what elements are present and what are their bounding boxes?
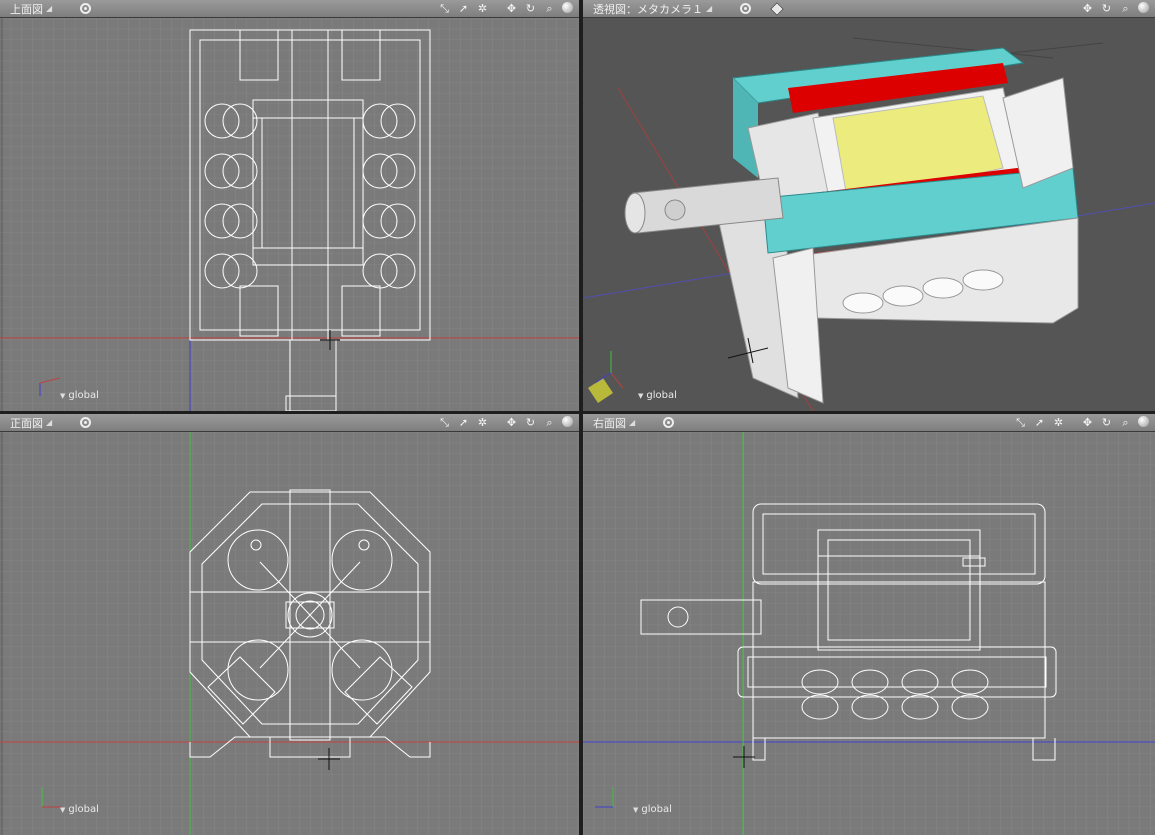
viewport-right-tools: ⤡ ➚ ✲ ✥ ↻ ⌕ [1014, 416, 1149, 429]
viewport-menu-arrow-icon[interactable]: ◢ [46, 418, 52, 427]
select-icon[interactable]: ➚ [1033, 416, 1046, 429]
rotate-icon[interactable]: ↻ [1100, 416, 1113, 429]
viewport-top-titlebar: 上面図 ◢ ⤡ ➚ ✲ ✥ ↻ ⌕ [0, 0, 579, 18]
perspective-render [583, 18, 1155, 411]
coord-label-text: global [646, 390, 677, 401]
zoom-fit-icon[interactable]: ⤡ [438, 2, 451, 15]
view-target-icon[interactable] [80, 417, 92, 428]
viewport-perspective[interactable]: 透視図：メタカメラ１ ◢ ✥ ↻ ⌕ ▼ global [583, 0, 1155, 411]
top-wireframe [0, 18, 579, 411]
viewport-top-canvas[interactable] [0, 18, 579, 411]
viewport-persp-title[interactable]: 透視図：メタカメラ１ [593, 1, 703, 17]
shading-sphere-icon[interactable] [562, 2, 573, 13]
viewport-top-tools: ⤡ ➚ ✲ ✥ ↻ ⌕ [438, 2, 573, 15]
view-target-icon[interactable] [740, 3, 752, 14]
pan-icon[interactable]: ✥ [505, 2, 518, 15]
viewport-front-titlebar: 正面図 ◢ ⤡ ➚ ✲ ✥ ↻ ⌕ [0, 414, 579, 432]
rotate-icon[interactable]: ↻ [1100, 2, 1113, 15]
viewport-top-title[interactable]: 上面図 [10, 1, 43, 17]
viewport-right-title[interactable]: 右面図 [593, 415, 626, 431]
coord-label[interactable]: ▼ global [60, 804, 99, 815]
viewport-persp-canvas[interactable] [583, 18, 1155, 411]
coord-label-text: global [68, 804, 99, 815]
display-cube-icon[interactable] [770, 1, 784, 16]
settings-gear-icon[interactable]: ✲ [476, 416, 489, 429]
settings-gear-icon[interactable]: ✲ [476, 2, 489, 15]
shading-sphere-icon[interactable] [1138, 416, 1149, 427]
viewport-menu-arrow-icon[interactable]: ◢ [706, 4, 712, 13]
coord-label-text: global [68, 390, 99, 401]
shading-sphere-icon[interactable] [562, 416, 573, 427]
coord-label[interactable]: ▼ global [60, 390, 99, 401]
viewport-persp-titlebar: 透視図：メタカメラ１ ◢ ✥ ↻ ⌕ [583, 0, 1155, 18]
magnify-icon[interactable]: ⌕ [543, 416, 556, 429]
viewport-right-canvas[interactable] [583, 432, 1155, 835]
viewport-menu-arrow-icon[interactable]: ◢ [629, 418, 635, 427]
coord-label[interactable]: ▼ global [633, 804, 672, 815]
rotate-icon[interactable]: ↻ [524, 416, 537, 429]
shading-sphere-icon[interactable] [1138, 2, 1149, 13]
select-icon[interactable]: ➚ [457, 2, 470, 15]
viewport-right[interactable]: 右面図 ◢ ⤡ ➚ ✲ ✥ ↻ ⌕ ▼ global [583, 414, 1155, 835]
viewport-front-canvas[interactable] [0, 432, 579, 835]
pan-icon[interactable]: ✥ [505, 416, 518, 429]
front-wireframe [0, 432, 579, 835]
rotate-icon[interactable]: ↻ [524, 2, 537, 15]
select-icon[interactable]: ➚ [457, 416, 470, 429]
view-target-icon[interactable] [80, 3, 92, 14]
viewport-front[interactable]: 正面図 ◢ ⤡ ➚ ✲ ✥ ↻ ⌕ ▼ global [0, 414, 579, 835]
pan-icon[interactable]: ✥ [1081, 416, 1094, 429]
right-wireframe [583, 432, 1155, 835]
zoom-fit-icon[interactable]: ⤡ [438, 416, 451, 429]
magnify-icon[interactable]: ⌕ [1119, 2, 1132, 15]
settings-gear-icon[interactable]: ✲ [1052, 416, 1065, 429]
view-target-icon[interactable] [663, 417, 675, 428]
viewport-persp-tools: ✥ ↻ ⌕ [1081, 2, 1149, 15]
viewport-right-titlebar: 右面図 ◢ ⤡ ➚ ✲ ✥ ↻ ⌕ [583, 414, 1155, 432]
magnify-icon[interactable]: ⌕ [543, 2, 556, 15]
coord-label[interactable]: ▼ global [638, 390, 677, 401]
viewport-front-title[interactable]: 正面図 [10, 415, 43, 431]
coord-label-text: global [641, 804, 672, 815]
viewport-menu-arrow-icon[interactable]: ◢ [46, 4, 52, 13]
viewport-front-tools: ⤡ ➚ ✲ ✥ ↻ ⌕ [438, 416, 573, 429]
magnify-icon[interactable]: ⌕ [1119, 416, 1132, 429]
pan-icon[interactable]: ✥ [1081, 2, 1094, 15]
viewport-top[interactable]: 上面図 ◢ ⤡ ➚ ✲ ✥ ↻ ⌕ ▼ global [0, 0, 579, 411]
zoom-fit-icon[interactable]: ⤡ [1014, 416, 1027, 429]
